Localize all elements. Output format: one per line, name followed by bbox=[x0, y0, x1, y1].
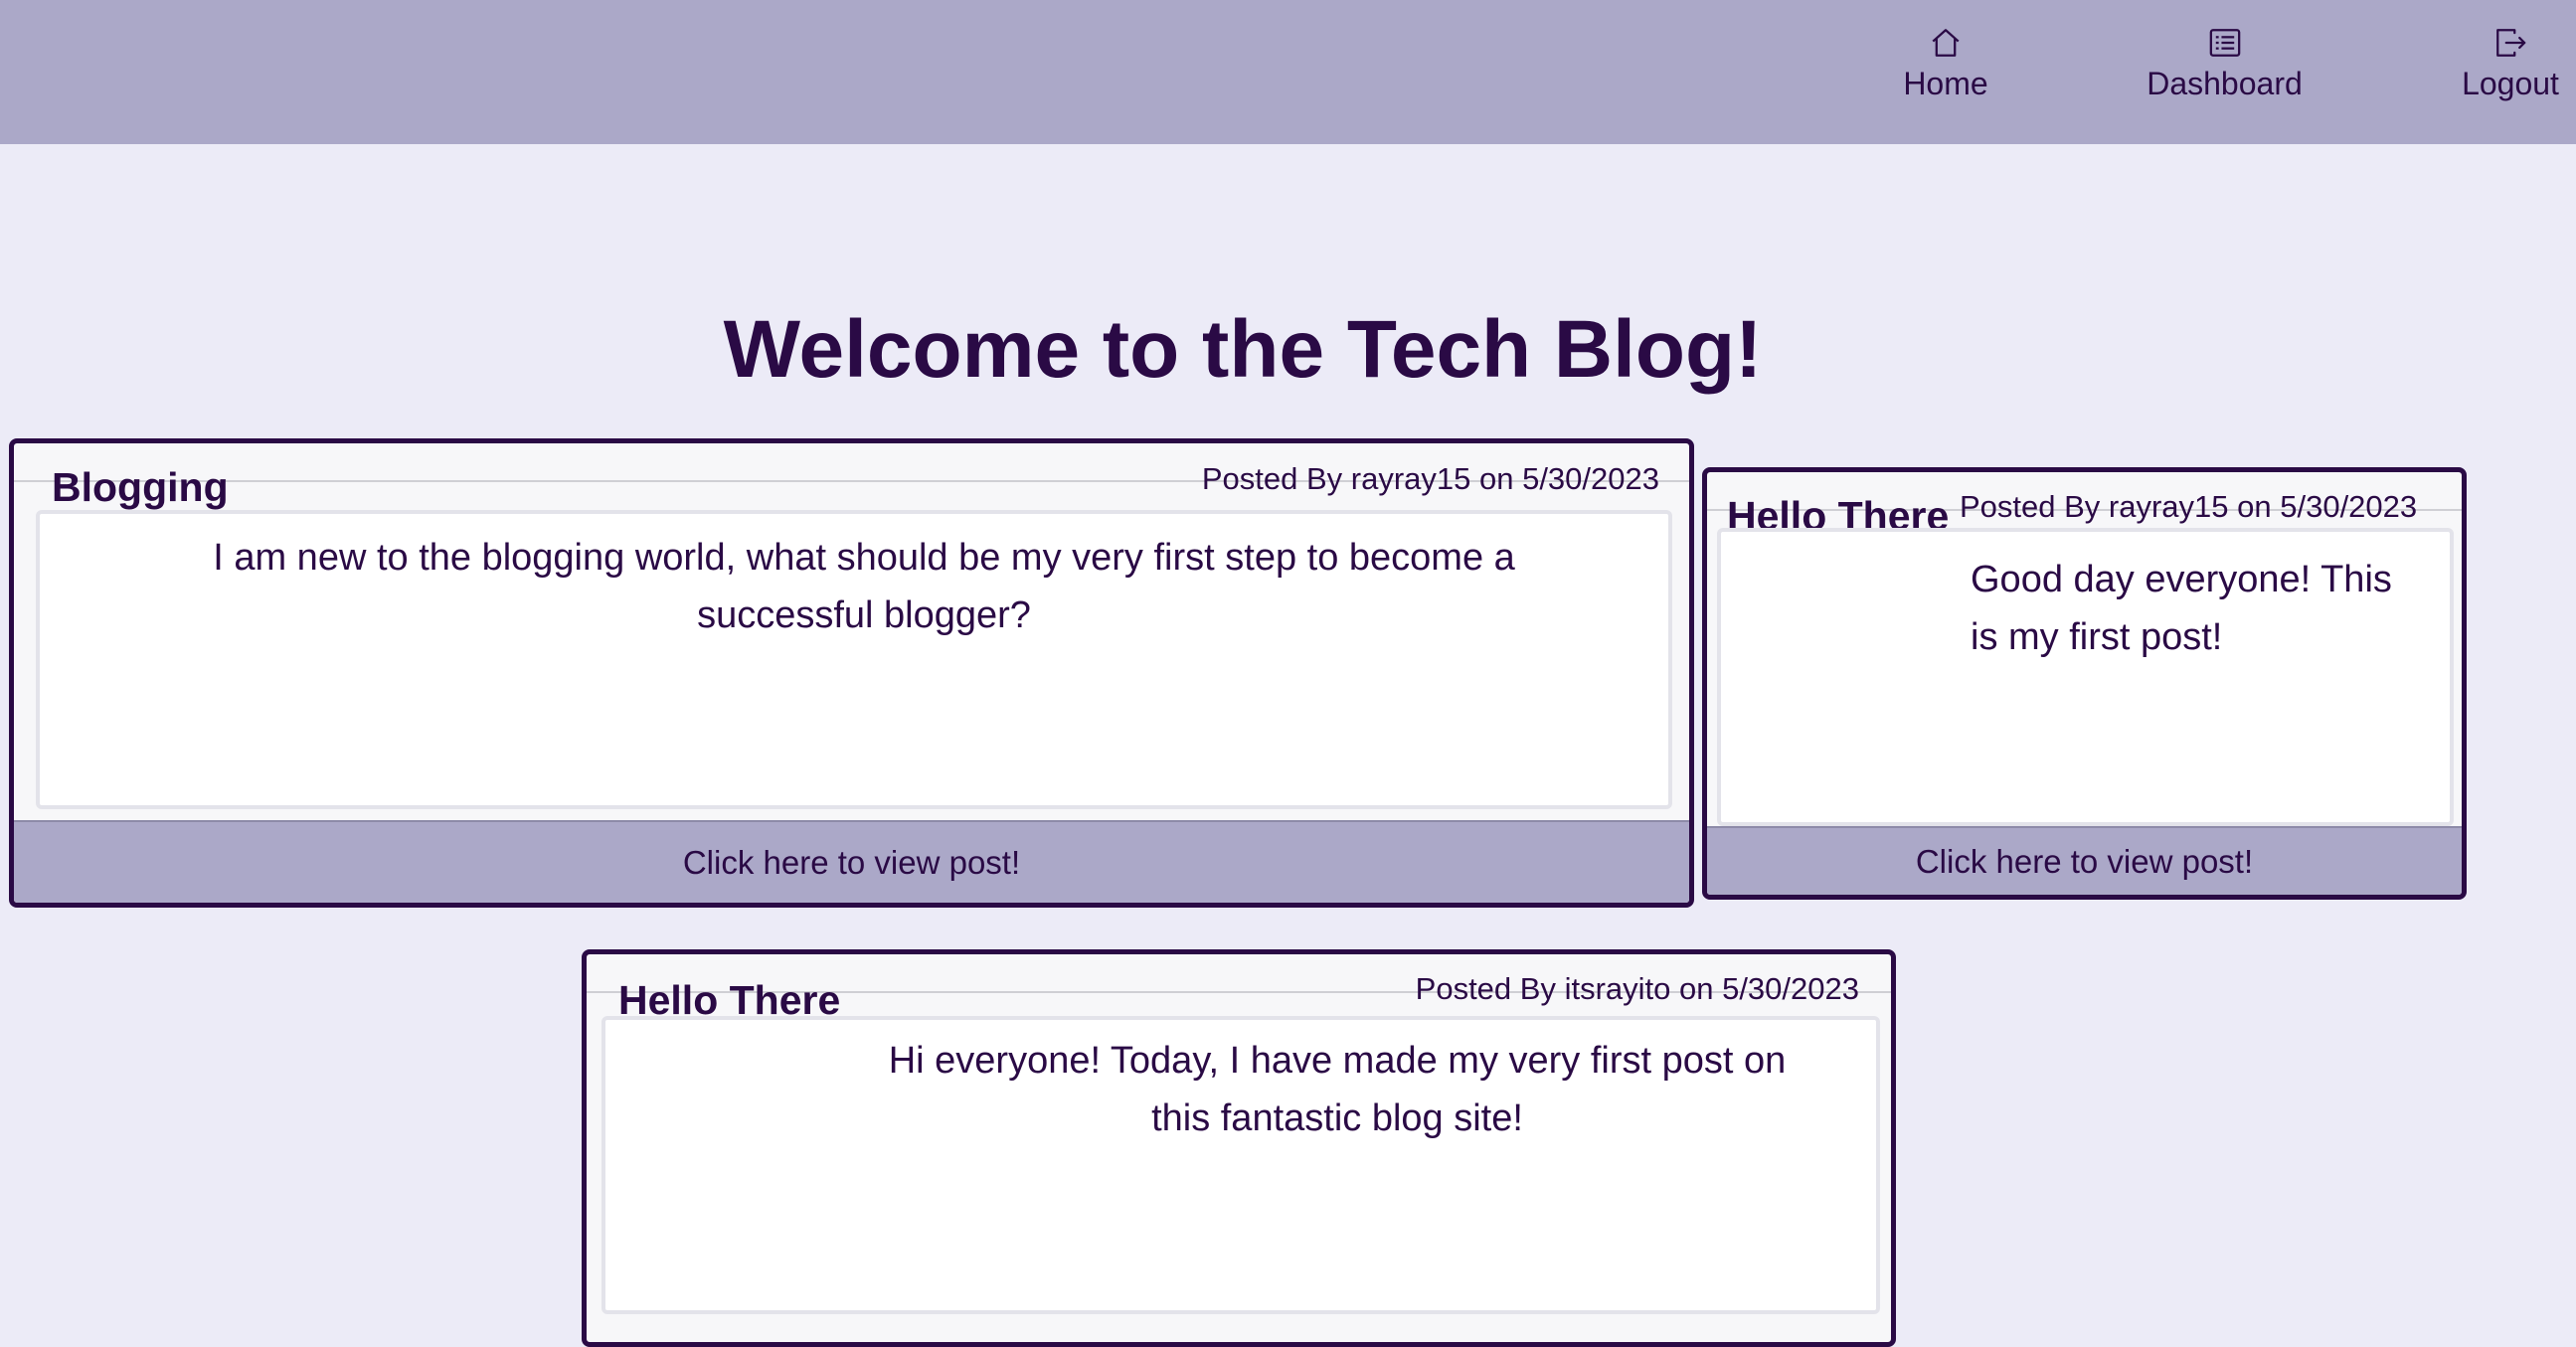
logout-icon bbox=[2496, 29, 2526, 57]
view-post-link[interactable]: Click here to view post! bbox=[1707, 826, 2462, 895]
nav-home-link[interactable]: Home bbox=[1901, 26, 1990, 101]
nav-logout-link[interactable]: Logout bbox=[2461, 26, 2560, 101]
view-post-link[interactable]: Click here to view post! bbox=[14, 820, 1689, 903]
post-card: Blogging Posted By rayray15 on 5/30/2023… bbox=[9, 438, 1694, 908]
nav-dashboard-label: Dashboard bbox=[2147, 66, 2303, 101]
nav-home-label: Home bbox=[1903, 66, 1988, 101]
post-meta: Posted By rayray15 on 5/30/2023 bbox=[1201, 461, 1659, 496]
navbar: Home Dashboard Logout bbox=[0, 0, 2576, 144]
post-card: Hello There Posted By itsrayito on 5/30/… bbox=[582, 949, 1896, 1347]
list-icon bbox=[2209, 29, 2240, 57]
post-meta: Posted By itsrayito on 5/30/2023 bbox=[1415, 971, 1859, 1006]
post-meta: Posted By rayray15 on 5/30/2023 bbox=[1960, 489, 2418, 524]
post-content: I am new to the blogging world, what sho… bbox=[213, 537, 1515, 636]
page-title: Welcome to the Tech Blog! bbox=[723, 304, 1763, 395]
post-card: Hello There Posted By rayray15 on 5/30/2… bbox=[1702, 467, 2467, 900]
home-icon bbox=[1932, 29, 1960, 57]
nav-dashboard-link[interactable]: Dashboard bbox=[2143, 26, 2307, 101]
post-content: Hi everyone! Today, I have made my very … bbox=[888, 1040, 1787, 1139]
nav-logout-label: Logout bbox=[2462, 66, 2559, 101]
post-title: Blogging bbox=[52, 464, 229, 510]
post-content: Good day everyone! This is my first post… bbox=[1971, 559, 2392, 658]
